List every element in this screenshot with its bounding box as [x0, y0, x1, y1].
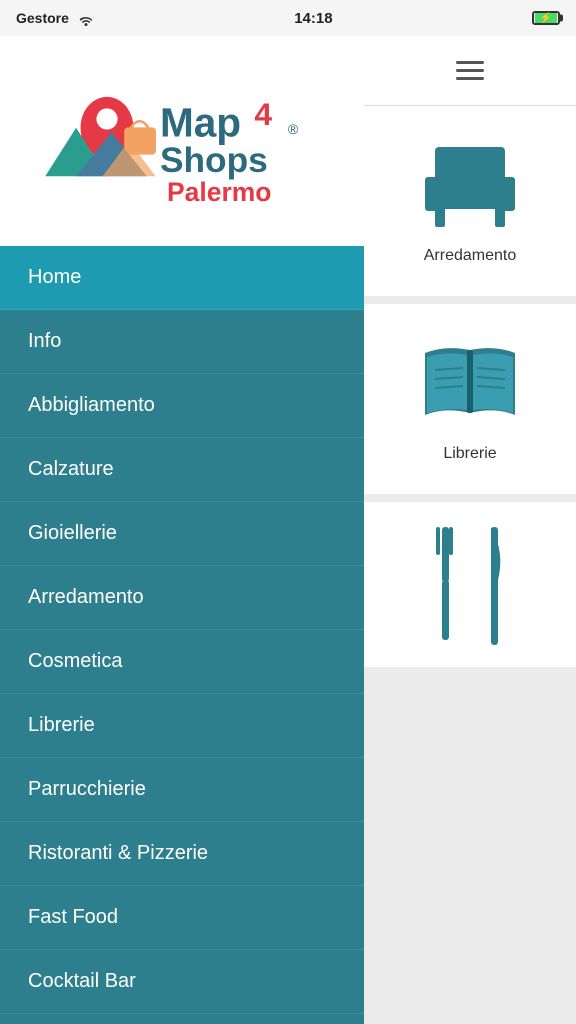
sidebar-item-bar[interactable]: Bar — [0, 1014, 364, 1024]
time-display: 14:18 — [294, 10, 332, 27]
sidebar-item-gioiellerie[interactable]: Gioiellerie — [0, 502, 364, 566]
category-cards: Arredamento — [364, 106, 576, 1024]
sidebar-item-arredamento[interactable]: Arredamento — [0, 566, 364, 630]
furniture-icon — [415, 137, 525, 237]
hamburger-line-3 — [456, 77, 484, 80]
card-arredamento-label: Arredamento — [424, 247, 517, 265]
svg-text:Shops: Shops — [160, 141, 268, 180]
card-librerie[interactable]: Librerie — [364, 304, 576, 494]
right-panel: Arredamento — [364, 36, 576, 1024]
app-container: Map 4 Shops ® Palermo Home Info — [0, 36, 576, 1024]
battery-icon: ⚡ — [532, 11, 560, 25]
svg-text:Palermo: Palermo — [167, 177, 271, 207]
hamburger-line-1 — [456, 61, 484, 64]
sidebar-item-cosmetica[interactable]: Cosmetica — [0, 630, 364, 694]
sidebar-item-info[interactable]: Info — [0, 310, 364, 374]
carrier-label: Gestore — [16, 10, 95, 26]
sidebar-item-librerie[interactable]: Librerie — [0, 694, 364, 758]
card-food[interactable] — [364, 502, 576, 667]
sidebar-item-home[interactable]: Home — [0, 246, 364, 310]
logo-area: Map 4 Shops ® Palermo — [0, 36, 364, 246]
sidebar: Map 4 Shops ® Palermo Home Info — [0, 36, 364, 1024]
book-icon — [415, 335, 525, 435]
food-icon — [420, 522, 520, 657]
hamburger-button[interactable] — [456, 61, 484, 80]
sidebar-item-cocktailbar[interactable]: Cocktail Bar — [0, 950, 364, 1014]
card-arredamento[interactable]: Arredamento — [364, 106, 576, 296]
hamburger-line-2 — [456, 69, 484, 72]
logo: Map 4 Shops ® Palermo — [32, 61, 332, 221]
wifi-icon — [77, 12, 95, 26]
nav-list: Home Info Abbigliamento Calzature Gioiel… — [0, 246, 364, 1024]
svg-text:®: ® — [288, 121, 299, 137]
status-bar: Gestore 14:18 ⚡ — [0, 0, 576, 36]
card-librerie-label: Librerie — [443, 445, 496, 463]
right-header — [364, 36, 576, 106]
sidebar-item-fastfood[interactable]: Fast Food — [0, 886, 364, 950]
battery-area: ⚡ — [532, 11, 560, 25]
logo-svg: Map 4 Shops ® Palermo — [32, 61, 332, 221]
sidebar-item-parrucchierie[interactable]: Parrucchierie — [0, 758, 364, 822]
sidebar-item-ristoranti[interactable]: Ristoranti & Pizzerie — [0, 822, 364, 886]
svg-text:Map: Map — [160, 100, 241, 146]
svg-text:4: 4 — [254, 96, 272, 132]
sidebar-item-calzature[interactable]: Calzature — [0, 438, 364, 502]
sidebar-item-abbigliamento[interactable]: Abbigliamento — [0, 374, 364, 438]
